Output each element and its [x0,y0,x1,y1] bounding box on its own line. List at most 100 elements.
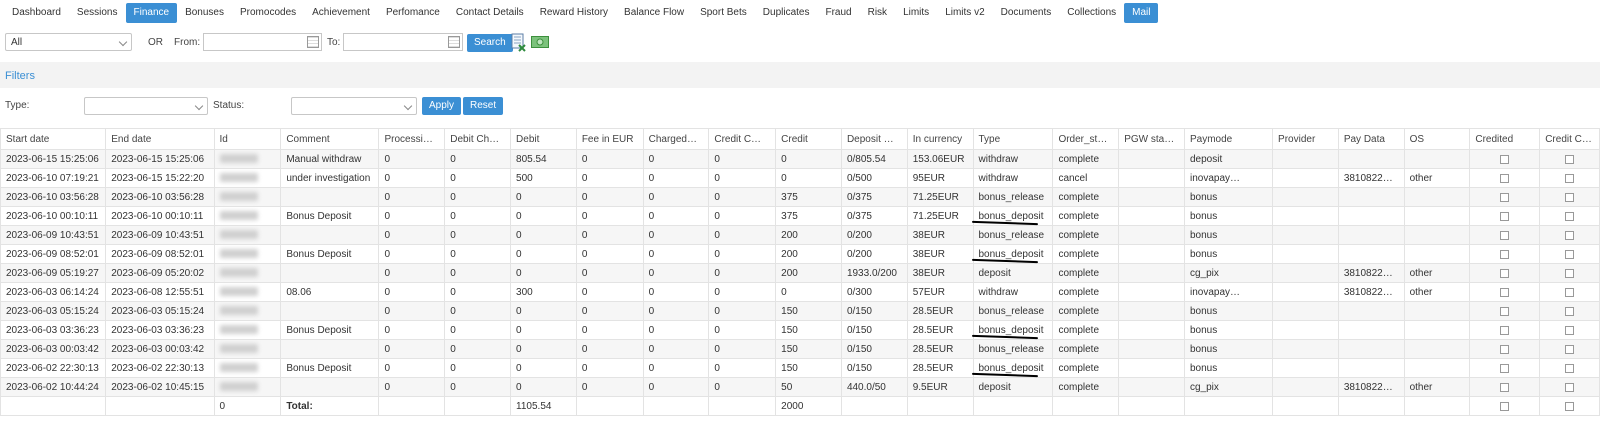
table-row[interactable]: 2023-06-10 03:56:28 2023-06-10 03:56:28 0 0… [0,187,1600,207]
column-header[interactable]: Pay Data [1337,128,1405,150]
column-header[interactable]: Comment [280,128,380,150]
checkbox[interactable] [1500,230,1510,240]
tab-collections[interactable]: Collections [1059,3,1124,23]
checkbox[interactable] [1565,211,1575,221]
table-row[interactable]: 2023-06-03 03:36:23 2023-06-03 03:36:23 Bo… [0,320,1600,340]
column-header[interactable]: Type [972,128,1054,150]
checkbox[interactable] [1500,211,1510,221]
tab-sessions[interactable]: Sessions [69,3,126,23]
checkbox[interactable] [1565,363,1575,373]
checkbox[interactable] [1565,382,1575,392]
tab-fraud[interactable]: Fraud [817,3,859,23]
column-header[interactable]: Charged… [642,128,710,150]
tab-sport-bets[interactable]: Sport Bets [692,3,755,23]
column-header[interactable]: End date [105,128,215,150]
calendar-icon[interactable] [448,36,460,48]
table-cell [1272,149,1339,169]
checkbox[interactable] [1565,306,1575,316]
column-header[interactable]: OS [1403,128,1471,150]
tab-balance-flow[interactable]: Balance Flow [616,3,692,23]
calendar-icon[interactable] [307,36,319,48]
column-header[interactable]: Start date [0,128,107,150]
scope-select[interactable]: All [5,33,132,51]
id-cell [213,187,282,207]
checkbox[interactable] [1500,173,1510,183]
checkbox[interactable] [1500,192,1510,202]
tab-reward-history[interactable]: Reward History [532,3,616,23]
tab-perfomance[interactable]: Perfomance [378,3,448,23]
checkbox[interactable] [1565,192,1575,202]
table-row[interactable]: 2023-06-03 00:03:42 2023-06-03 00:03:42 0 0… [0,339,1600,359]
reset-button[interactable]: Reset [463,97,504,115]
to-date-input[interactable] [343,33,463,51]
table-row[interactable]: 2023-06-02 22:30:13 2023-06-02 22:30:13 Bo… [0,358,1600,378]
from-date-input[interactable] [203,33,322,51]
checkbox[interactable] [1565,154,1575,164]
checkbox[interactable] [1565,230,1575,240]
status-label: Status: [213,100,245,111]
tab-mail[interactable]: Mail [1124,3,1159,23]
checkbox[interactable] [1500,401,1510,411]
table-row[interactable]: 2023-06-09 05:19:27 2023-06-09 05:20:02 0 0… [0,263,1600,283]
column-header[interactable]: Order_st… [1052,128,1120,150]
column-header[interactable]: Fee in EUR [575,128,644,150]
table-cell [575,396,644,416]
type-select[interactable] [84,97,208,115]
table-row[interactable]: 2023-06-09 10:43:51 2023-06-09 10:43:51 0 0… [0,225,1600,245]
checkbox[interactable] [1500,268,1510,278]
table-row[interactable]: 2023-06-09 08:52:01 2023-06-09 08:52:01 Bo… [0,244,1600,264]
checkbox[interactable] [1500,287,1510,297]
checkbox[interactable] [1565,268,1575,278]
checkbox[interactable] [1565,401,1575,411]
checkbox[interactable] [1500,306,1510,316]
checkbox[interactable] [1500,363,1510,373]
tab-limits[interactable]: Limits [895,3,937,23]
column-header[interactable]: Provider [1272,128,1339,150]
tab-finance[interactable]: Finance [125,3,178,23]
checkbox[interactable] [1565,344,1575,354]
checkbox[interactable] [1500,344,1510,354]
column-header[interactable]: Deposit … [840,128,908,150]
checkbox[interactable] [1565,249,1575,259]
column-header[interactable]: Debit [510,128,577,150]
tab-promocodes[interactable]: Promocodes [232,3,304,23]
filters-title[interactable]: Filters [5,70,35,82]
checkbox[interactable] [1500,154,1510,164]
checkbox[interactable] [1500,325,1510,335]
column-header[interactable]: In currency [906,128,974,150]
tab-bonuses[interactable]: Bonuses [177,3,232,23]
column-header[interactable]: Id [213,128,282,150]
checkbox[interactable] [1565,325,1575,335]
tab-risk[interactable]: Risk [860,3,895,23]
search-button[interactable]: Search [467,34,513,52]
export-excel-icon[interactable] [511,33,527,52]
tab-achievement[interactable]: Achievement [304,3,378,23]
table-row[interactable]: 2023-06-03 06:14:24 2023-06-08 12:55:51 08… [0,282,1600,302]
tab-contact-details[interactable]: Contact Details [448,3,532,23]
table-row[interactable]: 2023-06-02 10:44:24 2023-06-02 10:45:15 0 0… [0,377,1600,397]
checkbox[interactable] [1565,173,1575,183]
column-header[interactable]: Credit Cl… [1539,128,1600,150]
table-row[interactable]: 2023-06-10 07:19:21 2023-06-15 15:22:20 un… [0,168,1600,188]
table-row[interactable]: 2023-06-03 05:15:24 2023-06-03 05:15:24 0 0… [0,301,1600,321]
tab-duplicates[interactable]: Duplicates [755,3,818,23]
tab-limits-v2[interactable]: Limits v2 [937,3,992,23]
export-money-icon[interactable] [531,36,549,48]
checkbox[interactable] [1500,382,1510,392]
tab-documents[interactable]: Documents [993,3,1060,23]
status-select[interactable] [291,97,417,115]
column-header[interactable]: Debit Ch… [444,128,512,150]
column-header[interactable]: Credit [775,128,842,150]
column-header[interactable]: Paymode [1183,128,1274,150]
table-cell: deposit [972,377,1054,397]
checkbox[interactable] [1500,249,1510,259]
column-header[interactable]: Credit C… [708,128,777,150]
column-header[interactable]: Credited [1469,128,1541,150]
table-row[interactable]: 2023-06-15 15:25:06 2023-06-15 15:25:06 Ma… [0,149,1600,169]
table-row[interactable]: 2023-06-10 00:10:11 2023-06-10 00:10:11 Bo… [0,206,1600,226]
apply-button[interactable]: Apply [422,97,462,115]
tab-dashboard[interactable]: Dashboard [4,3,69,23]
checkbox[interactable] [1565,287,1575,297]
column-header[interactable]: Processi… [378,128,446,150]
column-header[interactable]: PGW sta… [1118,128,1185,150]
